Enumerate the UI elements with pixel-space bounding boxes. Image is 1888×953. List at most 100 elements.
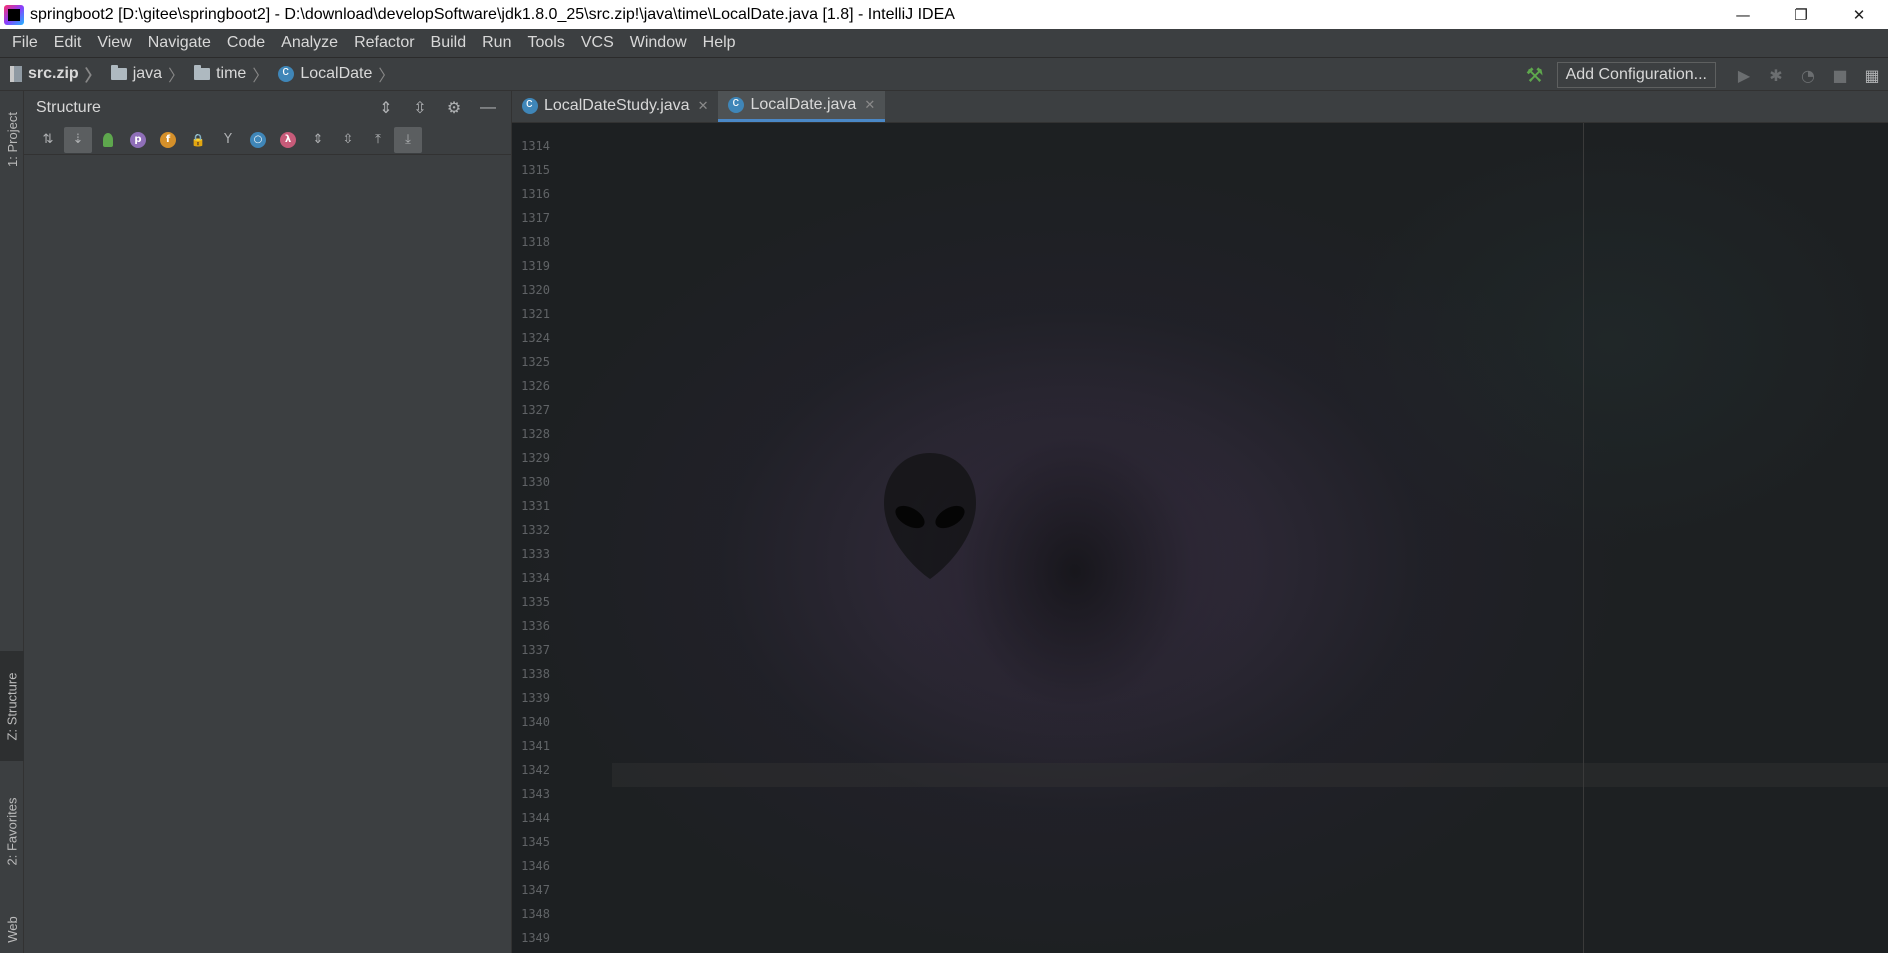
expand-all-icon[interactable]: ⇕ <box>369 98 403 118</box>
structure-toolbar: ⇅ ⇣ p f 🔒 Y ○ λ ⇕ ⇳ ⤒ ⤓ <box>24 125 511 155</box>
line-number: 1343 <box>521 787 550 801</box>
editor-tabs: LocalDateStudy.java ✕ LocalDate.java ✕ <box>512 91 1888 123</box>
menu-view[interactable]: View <box>89 29 139 57</box>
line-number: 1314 <box>521 139 550 153</box>
line-number: 1321 <box>521 307 550 321</box>
project-structure-icon[interactable]: ▦ <box>1856 61 1888 89</box>
line-number: 1316 <box>521 187 550 201</box>
menu-tools[interactable]: Tools <box>519 29 572 57</box>
line-number: 1315 <box>521 163 550 177</box>
line-number: 1338 <box>521 667 550 681</box>
tool-tab-structure[interactable]: Z: Structure <box>0 651 24 761</box>
line-number: 1328 <box>521 427 550 441</box>
line-number: 1317 <box>521 211 550 225</box>
menu-vcs[interactable]: VCS <box>573 29 622 57</box>
package-folder-icon <box>110 65 127 80</box>
minimize-button[interactable]: — <box>1714 0 1772 29</box>
menu-build[interactable]: Build <box>423 29 475 57</box>
menu-bar: File Edit View Navigate Code Analyze Ref… <box>0 29 1888 57</box>
breadcrumb-label: time <box>216 65 247 82</box>
line-number: 1334 <box>521 571 550 585</box>
tool-tab-web[interactable]: Web <box>0 909 24 949</box>
build-hammer-icon[interactable]: ⚒ <box>1521 61 1549 89</box>
autoscroll-from-source-icon[interactable]: ⤓ <box>394 126 422 153</box>
tool-tab-project[interactable]: 1: Project <box>0 99 24 179</box>
line-number: 1345 <box>521 835 550 849</box>
line-number: 1341 <box>521 739 550 753</box>
structure-panel: Structure ⇕ ⇳ ⚙ — ⇅ ⇣ p f 🔒 Y ○ λ ⇕ ⇳ ⤒ … <box>24 91 512 953</box>
sort-alphabetically-icon[interactable]: ⇣ <box>64 126 92 153</box>
line-number: 1330 <box>521 475 550 489</box>
show-properties-icon[interactable] <box>94 127 122 153</box>
line-number: 1342 <box>521 763 550 777</box>
tool-tab-favorites[interactable]: 2: Favorites <box>0 781 24 881</box>
class-icon <box>278 63 295 82</box>
collapse-icon[interactable]: ⇳ <box>334 127 362 153</box>
add-configuration-button[interactable]: Add Configuration... <box>1556 62 1716 88</box>
debug-icon[interactable]: ✱ <box>1760 61 1792 89</box>
breadcrumb-separator: 〉 <box>252 68 269 85</box>
line-number: 1349 <box>521 931 550 945</box>
show-inherited-icon[interactable]: Y <box>214 127 242 153</box>
structure-tree <box>24 155 500 953</box>
right-margin-guide <box>1583 123 1584 953</box>
breadcrumb-java[interactable]: java 〉 <box>101 62 184 86</box>
breadcrumb-src-zip[interactable]: src.zip 〉 <box>0 62 101 86</box>
gear-icon[interactable]: ⚙ <box>437 98 471 118</box>
zip-archive-icon <box>10 66 22 82</box>
line-number: 1337 <box>521 643 550 657</box>
line-number: 1325 <box>521 355 550 369</box>
breadcrumb-time[interactable]: time 〉 <box>184 62 268 86</box>
coverage-icon[interactable]: ◔ <box>1792 61 1824 89</box>
line-number: 1327 <box>521 403 550 417</box>
tab-localdatestudy-java[interactable]: LocalDateStudy.java ✕ <box>512 91 718 122</box>
menu-window[interactable]: Window <box>622 29 695 57</box>
line-number: 1340 <box>521 715 550 729</box>
title-bar: springboot2 [D:\gitee\springboot2] - D:\… <box>0 0 1888 29</box>
line-number: 1319 <box>521 259 550 273</box>
expand-icon[interactable]: ⇕ <box>304 127 332 153</box>
tree-row-partial <box>24 155 500 167</box>
sort-by-visibility-icon[interactable]: ⇅ <box>34 127 62 153</box>
package-folder-icon <box>194 65 211 80</box>
line-number: 1346 <box>521 859 550 873</box>
breadcrumb-separator: 〉 <box>378 68 395 85</box>
autoscroll-to-source-icon[interactable]: ⤒ <box>364 127 392 153</box>
show-anonymous-icon[interactable]: ○ <box>244 127 272 153</box>
line-number: 1333 <box>521 547 550 561</box>
menu-run[interactable]: Run <box>474 29 519 57</box>
breadcrumb-label: java <box>132 65 163 82</box>
editor-gutter[interactable]: 1314 1315 1316 1317 1318 1319 1320 1321 … <box>512 123 612 953</box>
line-number: 1332 <box>521 523 550 537</box>
close-tab-icon[interactable]: ✕ <box>698 98 709 114</box>
tab-localdate-java[interactable]: LocalDate.java ✕ <box>718 91 886 122</box>
menu-analyze[interactable]: Analyze <box>273 29 346 57</box>
stop-icon[interactable]: ■ <box>1824 61 1856 89</box>
show-fields-icon[interactable]: f <box>154 127 182 153</box>
run-icon[interactable]: ▶ <box>1728 61 1760 89</box>
collapse-all-icon[interactable]: ⇳ <box>403 98 437 118</box>
class-icon <box>522 95 538 114</box>
structure-title: Structure <box>36 99 101 116</box>
hide-panel-icon[interactable]: — <box>471 99 505 117</box>
menu-file[interactable]: File <box>4 29 46 57</box>
menu-help[interactable]: Help <box>695 29 744 57</box>
window-title: springboot2 [D:\gitee\springboot2] - D:\… <box>30 5 955 23</box>
menu-code[interactable]: Code <box>219 29 273 57</box>
close-tab-icon[interactable]: ✕ <box>864 97 875 113</box>
show-lambdas-icon[interactable]: λ <box>274 127 302 153</box>
line-number: 1344 <box>521 811 550 825</box>
class-icon <box>728 94 745 113</box>
line-number: 1335 <box>521 595 550 609</box>
menu-navigate[interactable]: Navigate <box>140 29 219 57</box>
editor-area: LocalDateStudy.java ✕ LocalDate.java ✕ 1… <box>512 91 1888 953</box>
maximize-button[interactable]: ❐ <box>1772 0 1830 29</box>
show-non-public-icon[interactable]: 🔒 <box>184 127 212 153</box>
breadcrumb-localdate[interactable]: LocalDate 〉 <box>268 62 394 86</box>
navigation-bar: src.zip 〉 java 〉 time 〉 LocalDate 〉 ⚒ Ad… <box>0 57 1888 91</box>
line-number: 1339 <box>521 691 550 705</box>
close-button[interactable]: ✕ <box>1830 0 1888 29</box>
menu-refactor[interactable]: Refactor <box>346 29 422 57</box>
menu-edit[interactable]: Edit <box>46 29 90 57</box>
show-methods-icon[interactable]: p <box>124 127 152 153</box>
